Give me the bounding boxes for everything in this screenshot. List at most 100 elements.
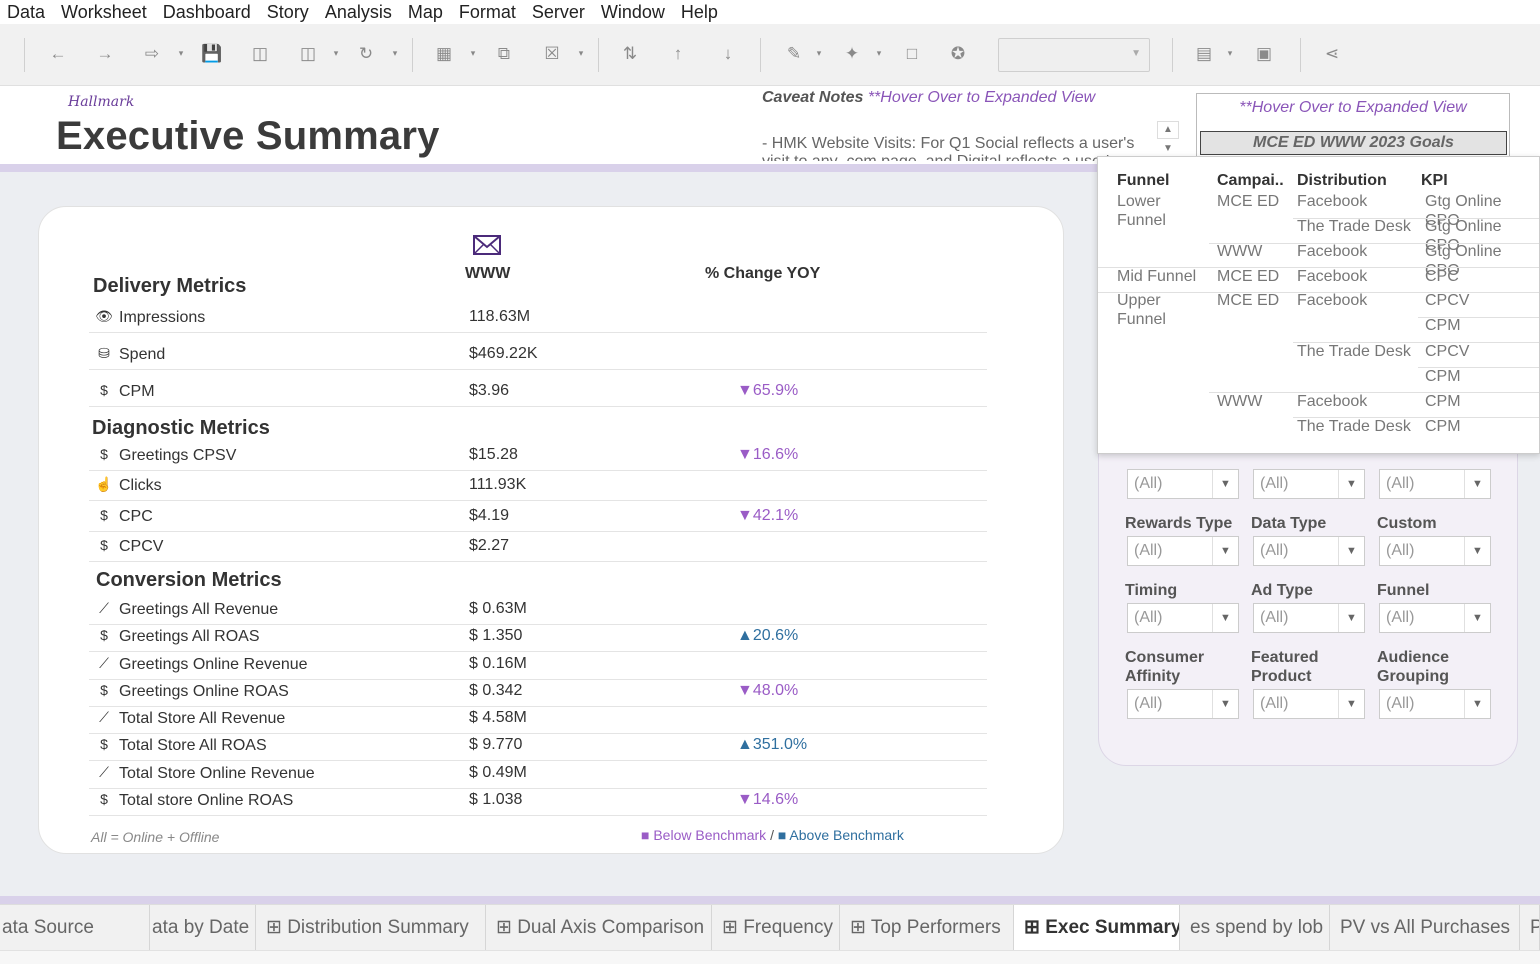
tooltip-cell: Mid Funnel	[1117, 268, 1197, 285]
menu-map[interactable]: Map	[408, 0, 443, 24]
pin-icon[interactable]: ✪	[946, 42, 970, 66]
caveat-notes-text[interactable]: - HMK Website Visits: For Q1 Social refl…	[762, 135, 1142, 161]
chevron-down-icon[interactable]: ▼	[1464, 604, 1490, 632]
sort-ascending-icon[interactable]: ↑	[666, 42, 690, 66]
chevron-down-icon[interactable]: ▾	[468, 46, 478, 60]
sheet-tab[interactable]: ata Source	[0, 905, 150, 951]
new-data-source-icon[interactable]: ◫	[248, 42, 272, 66]
fit-dropdown[interactable]: ▼	[998, 38, 1150, 72]
filter-dropdown[interactable]: (All) ▼	[1253, 536, 1365, 566]
filter-dropdown[interactable]: (All) ▼	[1253, 469, 1365, 499]
sheet-tab[interactable]: P	[1520, 905, 1540, 951]
menu-window[interactable]: Window	[601, 0, 665, 24]
filter-dropdown[interactable]: (All) ▼	[1379, 603, 1491, 633]
menu-story[interactable]: Story	[267, 0, 309, 24]
goals-button[interactable]: MCE ED WWW 2023 Goals	[1200, 131, 1507, 155]
filter-dropdown[interactable]: (All) ▼	[1253, 689, 1365, 719]
chevron-down-icon[interactable]: ▾	[576, 46, 586, 60]
line-chart-icon: ⟋	[99, 600, 109, 616]
replace-data-icon[interactable]: ⇨	[140, 42, 164, 66]
menu-server[interactable]: Server	[532, 0, 585, 24]
chevron-down-icon: ▼	[1131, 48, 1141, 59]
chevron-down-icon[interactable]: ▼	[1212, 537, 1238, 565]
presentation-icon[interactable]: ▣	[1252, 42, 1276, 66]
sheet-tab[interactable]: ⊞ Dual Axis Comparison	[486, 905, 712, 951]
sheet-tab[interactable]: ⊞ Exec Summary	[1014, 905, 1180, 951]
tooltip-cell: The Trade Desk	[1297, 418, 1411, 435]
labels-icon[interactable]: □	[900, 42, 924, 66]
chevron-down-icon[interactable]: ▾	[874, 46, 884, 60]
group-icon[interactable]: ✦	[840, 42, 864, 66]
tooltip-cell: CPM	[1425, 317, 1461, 334]
undo-icon[interactable]: ←	[46, 42, 70, 66]
filter-dropdown[interactable]: (All) ▼	[1127, 689, 1239, 719]
filter-label: Featured Product	[1251, 649, 1319, 685]
tooltip-row-divider	[1098, 292, 1539, 293]
menu-worksheet[interactable]: Worksheet	[61, 0, 147, 24]
sheet-tab[interactable]: es spend by lob	[1180, 905, 1330, 951]
new-worksheet-icon[interactable]: ▦	[432, 42, 456, 66]
scroll-up-icon[interactable]: ▲	[1157, 121, 1179, 139]
header-divider	[0, 164, 1100, 172]
filter-dropdown[interactable]: (All) ▼	[1379, 536, 1491, 566]
menu-data[interactable]: Data	[7, 0, 45, 24]
clear-sheet-icon[interactable]: ☒	[540, 42, 564, 66]
dollar-icon: $	[100, 382, 108, 398]
swap-icon[interactable]: ⇅	[618, 42, 642, 66]
filter-dropdown[interactable]: (All) ▼	[1253, 603, 1365, 633]
chevron-down-icon[interactable]: ▼	[1212, 604, 1238, 632]
chevron-down-icon[interactable]: ▼	[1464, 470, 1490, 498]
refresh-icon[interactable]: ↻	[354, 42, 378, 66]
filter-dropdown[interactable]: (All) ▼	[1127, 469, 1239, 499]
sheet-tab[interactable]: ⊞ Top Performers	[840, 905, 1014, 951]
menu-help[interactable]: Help	[681, 0, 718, 24]
menu-dashboard[interactable]: Dashboard	[163, 0, 251, 24]
filter-dropdown[interactable]: (All) ▼	[1127, 536, 1239, 566]
sheet-tab[interactable]: ⊞ Distribution Summary	[256, 905, 486, 951]
filter-dropdown[interactable]: (All) ▼	[1379, 469, 1491, 499]
chevron-down-icon[interactable]: ▼	[1338, 604, 1364, 632]
metric-row: $ Greetings Online ROAS $ 0.342 ▼48.0%	[89, 677, 987, 707]
chevron-down-icon[interactable]: ▼	[1338, 470, 1364, 498]
pause-updates-icon[interactable]: ◫	[296, 42, 320, 66]
chevron-down-icon[interactable]: ▾	[176, 46, 186, 60]
chevron-down-icon[interactable]: ▼	[1464, 537, 1490, 565]
filter-dropdown[interactable]: (All) ▼	[1127, 603, 1239, 633]
chevron-down-icon[interactable]: ▾	[331, 46, 341, 60]
duplicate-icon[interactable]: ⧉	[492, 42, 516, 66]
filter-label: Rewards Type	[1125, 515, 1233, 532]
sort-descending-icon[interactable]: ↓	[716, 42, 740, 66]
metric-label: Total Store Online Revenue	[119, 765, 315, 782]
chevron-down-icon[interactable]: ▾	[390, 46, 400, 60]
metric-value: $ 0.63M	[469, 600, 527, 617]
highlight-icon[interactable]: ✎	[782, 42, 806, 66]
toolbar-separator	[24, 38, 25, 72]
chevron-down-icon[interactable]: ▾	[814, 46, 824, 60]
sheet-tab[interactable]: PV vs All Purchases	[1330, 905, 1520, 951]
chevron-down-icon[interactable]: ▼	[1464, 690, 1490, 718]
show-me-icon[interactable]: ▤	[1192, 42, 1216, 66]
tooltip-cell: CPM	[1425, 368, 1461, 385]
chevron-down-icon[interactable]: ▼	[1338, 537, 1364, 565]
metric-value: $ 4.58M	[469, 709, 527, 726]
chevron-down-icon[interactable]: ▼	[1338, 690, 1364, 718]
sheet-tab[interactable]: ⊞ Frequency	[712, 905, 840, 951]
filter-dropdown[interactable]: (All) ▼	[1379, 689, 1491, 719]
share-icon[interactable]: ⋖	[1320, 42, 1344, 66]
tooltip-cell: Facebook	[1297, 268, 1368, 285]
chevron-down-icon[interactable]: ▼	[1212, 690, 1238, 718]
tooltip-cell: WWW	[1217, 243, 1263, 260]
metric-row: $ Total Store All ROAS $ 9.770 ▲351.0%	[89, 731, 987, 761]
chevron-down-icon[interactable]: ▾	[1225, 46, 1235, 60]
save-icon[interactable]: 💾	[200, 42, 224, 66]
redo-icon[interactable]: →	[93, 42, 117, 66]
tooltip-cell: CPM	[1425, 418, 1461, 435]
metric-row: ⟋ Greetings All Revenue $ 0.63M	[89, 595, 987, 625]
metric-label: Greetings CPSV	[119, 447, 237, 464]
sheet-tab[interactable]: ata by Date	[150, 905, 256, 951]
metric-label: CPM	[119, 383, 155, 400]
menu-format[interactable]: Format	[459, 0, 516, 24]
menu-analysis[interactable]: Analysis	[325, 0, 392, 24]
chevron-down-icon[interactable]: ▼	[1212, 470, 1238, 498]
metric-label: Greetings Online Revenue	[119, 656, 308, 673]
